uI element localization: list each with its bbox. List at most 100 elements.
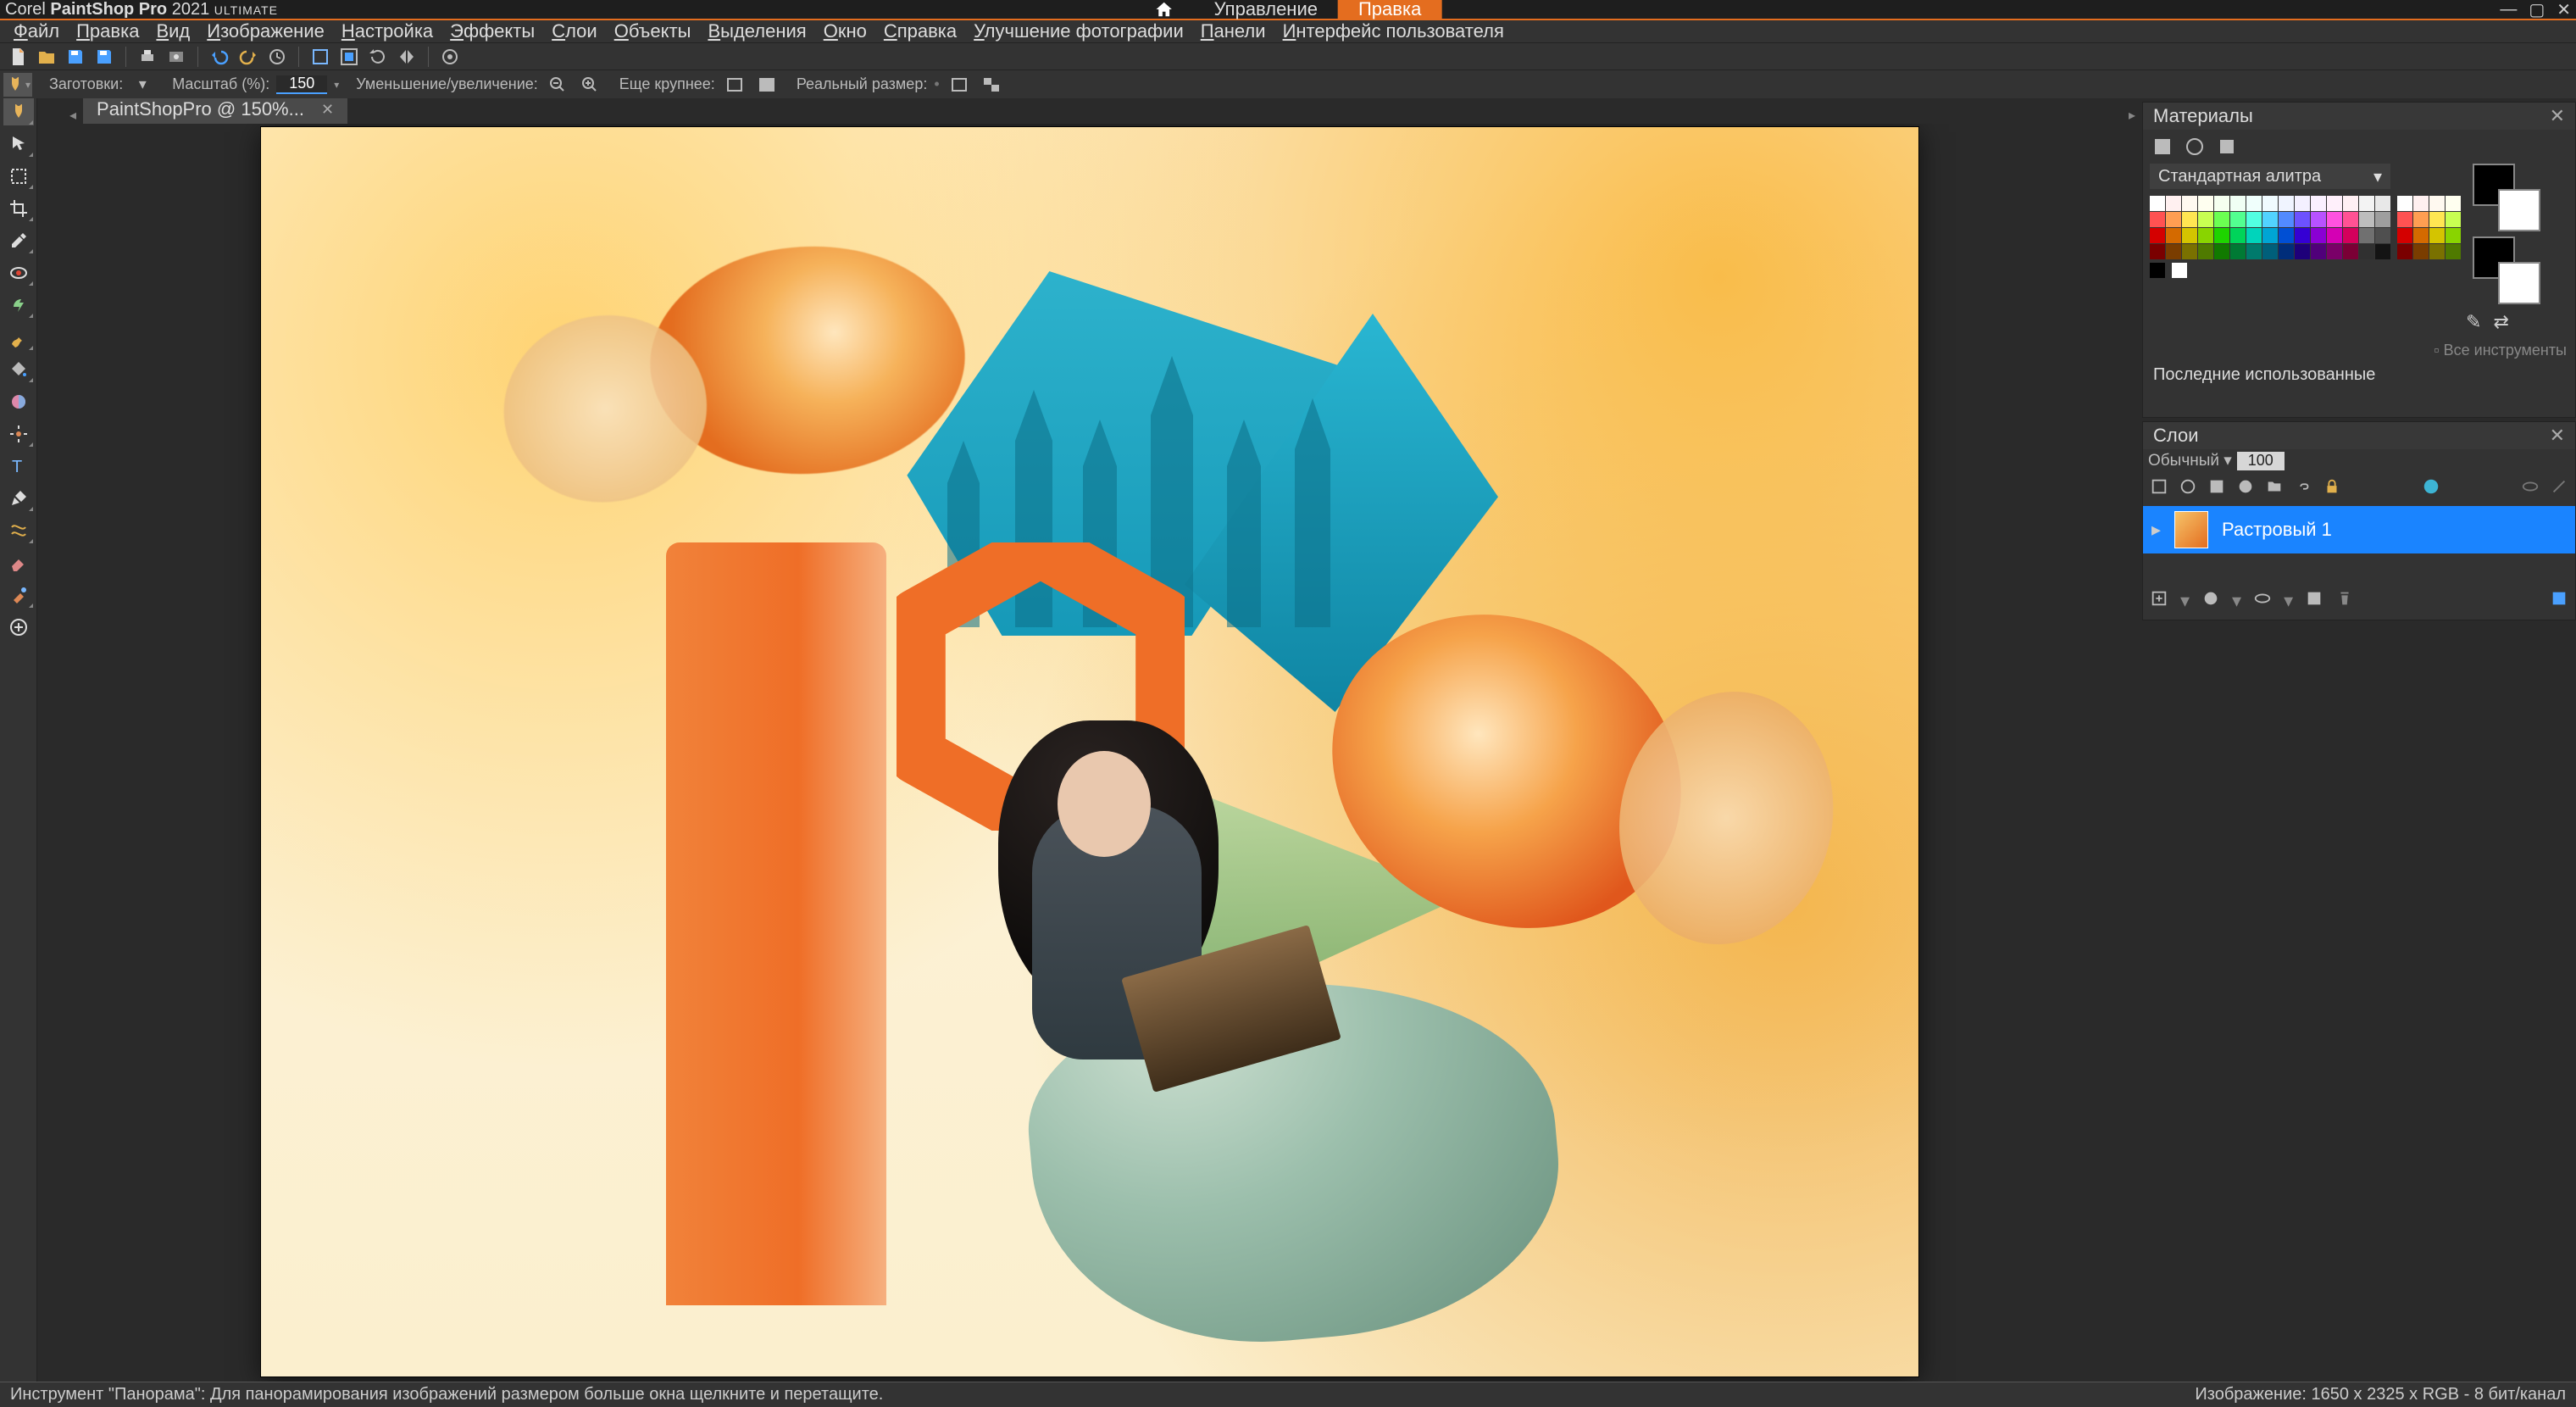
menu-настройка[interactable]: Настройка bbox=[333, 20, 441, 42]
actual-size-button[interactable] bbox=[947, 73, 972, 97]
open-file-button[interactable] bbox=[34, 45, 59, 69]
tool-pan[interactable] bbox=[3, 98, 34, 125]
layer-lock-icon[interactable] bbox=[2323, 477, 2341, 501]
layer-effects-icon[interactable] bbox=[2422, 477, 2440, 501]
new-file-button[interactable] bbox=[5, 45, 31, 69]
save-button[interactable] bbox=[63, 45, 88, 69]
materials-panel-close[interactable]: ✕ bbox=[2550, 105, 2565, 127]
dropper-icon[interactable]: ✎ bbox=[2466, 311, 2481, 333]
new-raster-layer-icon[interactable] bbox=[2150, 477, 2168, 501]
layer-style-button[interactable] bbox=[2550, 589, 2568, 613]
materials-tab-hsl[interactable] bbox=[2182, 135, 2207, 158]
resize-button[interactable] bbox=[308, 45, 333, 69]
tool-marquee[interactable] bbox=[3, 163, 34, 190]
tool-warp[interactable] bbox=[3, 517, 34, 544]
canvas-viewport[interactable] bbox=[37, 124, 2142, 1382]
tool-eraser[interactable] bbox=[3, 549, 34, 576]
menu-изображение[interactable]: Изображение bbox=[198, 20, 333, 42]
layer-fx-button[interactable] bbox=[2305, 589, 2323, 613]
layer-link-button[interactable] bbox=[2253, 589, 2272, 613]
foreground-background-swatches[interactable] bbox=[2473, 164, 2540, 231]
menu-окно[interactable]: Окно bbox=[815, 20, 875, 42]
new-group-icon[interactable] bbox=[2265, 477, 2284, 501]
menu-вид[interactable]: Вид bbox=[147, 20, 198, 42]
all-tools-toggle[interactable]: ▫ Все инструменты bbox=[2434, 342, 2567, 359]
menu-интерфейс пользователя[interactable]: Интерфейс пользователя bbox=[1274, 20, 1513, 42]
layer-name[interactable]: Растровый 1 bbox=[2222, 519, 2332, 541]
layer-link-icon[interactable] bbox=[2294, 477, 2312, 501]
new-vector-layer-icon[interactable] bbox=[2179, 477, 2197, 501]
menu-панели[interactable]: Панели bbox=[1192, 20, 1274, 42]
workspace-tab-home[interactable] bbox=[1135, 0, 1194, 19]
menu-файл[interactable]: Файл bbox=[5, 20, 68, 42]
menu-слои[interactable]: Слои bbox=[543, 20, 606, 42]
tab-scroll-right[interactable]: ▸ bbox=[2122, 107, 2142, 124]
menu-правка[interactable]: Правка bbox=[68, 20, 147, 42]
swatch-grid-left[interactable] bbox=[2150, 196, 2390, 259]
menu-эффекты[interactable]: Эффекты bbox=[441, 20, 543, 42]
canvas-size-button[interactable] bbox=[336, 45, 362, 69]
stroke-fill-swatches[interactable] bbox=[2473, 236, 2540, 304]
history-button[interactable] bbox=[264, 45, 290, 69]
preferences-button[interactable] bbox=[437, 45, 463, 69]
tool-pointer[interactable] bbox=[3, 131, 34, 158]
menu-выделения[interactable]: Выделения bbox=[699, 20, 814, 42]
tool-crop[interactable] bbox=[3, 195, 34, 222]
tab-scroll-left[interactable]: ◂ bbox=[63, 107, 83, 124]
tool-fill[interactable] bbox=[3, 356, 34, 383]
delete-layer-button[interactable] bbox=[2335, 589, 2354, 613]
tool-colorrep[interactable] bbox=[3, 581, 34, 609]
materials-tab-swatches[interactable] bbox=[2150, 135, 2175, 158]
tool-brush[interactable] bbox=[3, 324, 34, 351]
layer-opacity-input[interactable] bbox=[2237, 452, 2285, 470]
canvas[interactable] bbox=[261, 127, 1918, 1376]
tool-clone[interactable] bbox=[3, 292, 34, 319]
swap-colors-icon[interactable]: ⇄ bbox=[2493, 311, 2508, 333]
zoom-input[interactable] bbox=[276, 75, 327, 94]
menu-справка[interactable]: Справка bbox=[875, 20, 965, 42]
menu-улучшение фотографии[interactable]: Улучшение фотографии bbox=[965, 20, 1192, 42]
actual-all-button[interactable] bbox=[979, 73, 1004, 97]
tool-eyedropper[interactable] bbox=[3, 227, 34, 254]
document-tab[interactable]: PaintShopPro @ 150%... ✕ bbox=[83, 98, 347, 124]
tool-colorchange[interactable] bbox=[3, 388, 34, 415]
tool-text[interactable]: T bbox=[3, 453, 34, 480]
mask-button[interactable] bbox=[2201, 589, 2220, 613]
fit-window-button[interactable] bbox=[722, 73, 747, 97]
undo-button[interactable] bbox=[207, 45, 232, 69]
tool-pen[interactable] bbox=[3, 485, 34, 512]
blend-mode-dropdown[interactable]: Обычный ▾ bbox=[2148, 451, 2232, 470]
menu-объекты[interactable]: Объекты bbox=[606, 20, 700, 42]
zoom-stepper[interactable]: ▾ bbox=[334, 79, 339, 91]
print-button[interactable] bbox=[135, 45, 160, 69]
document-tab-close[interactable]: ✕ bbox=[321, 101, 334, 119]
twain-button[interactable] bbox=[164, 45, 189, 69]
zoom-out-button[interactable] bbox=[545, 73, 570, 97]
layer-wand-icon[interactable] bbox=[2550, 477, 2568, 501]
layer-visibility-icon[interactable] bbox=[2521, 477, 2540, 501]
redo-button[interactable] bbox=[236, 45, 261, 69]
tool-redeye[interactable] bbox=[3, 259, 34, 286]
flip-button[interactable] bbox=[394, 45, 419, 69]
new-layer-button[interactable] bbox=[2150, 589, 2168, 613]
save-as-button[interactable] bbox=[92, 45, 117, 69]
window-minimize-button[interactable]: — bbox=[2500, 0, 2517, 19]
presets-dropdown[interactable]: ▾ bbox=[130, 73, 155, 97]
layer-expand-icon[interactable]: ▸ bbox=[2151, 519, 2161, 541]
fit-all-button[interactable] bbox=[754, 73, 780, 97]
new-adjustment-layer-icon[interactable] bbox=[2236, 477, 2255, 501]
tool-retouch[interactable] bbox=[3, 420, 34, 448]
rotate-button[interactable] bbox=[365, 45, 391, 69]
palette-dropdown[interactable]: Стандартная алитра▾ bbox=[2150, 164, 2390, 189]
swatch-grid-right[interactable] bbox=[2397, 196, 2461, 259]
materials-tab-history[interactable] bbox=[2214, 135, 2240, 158]
workspace-tab-edit[interactable]: Правка bbox=[1338, 0, 1441, 19]
window-close-button[interactable]: ✕ bbox=[2557, 0, 2571, 20]
layers-panel-close[interactable]: ✕ bbox=[2550, 425, 2565, 447]
window-maximize-button[interactable]: ▢ bbox=[2529, 0, 2545, 20]
workspace-tab-manage[interactable]: Управление bbox=[1194, 0, 1338, 19]
tool-add[interactable] bbox=[3, 614, 34, 641]
zoom-in-button[interactable] bbox=[577, 73, 602, 97]
layer-row[interactable]: ▸ Растровый 1 bbox=[2143, 506, 2575, 553]
active-tool-icon[interactable]: ▾ bbox=[3, 73, 32, 97]
